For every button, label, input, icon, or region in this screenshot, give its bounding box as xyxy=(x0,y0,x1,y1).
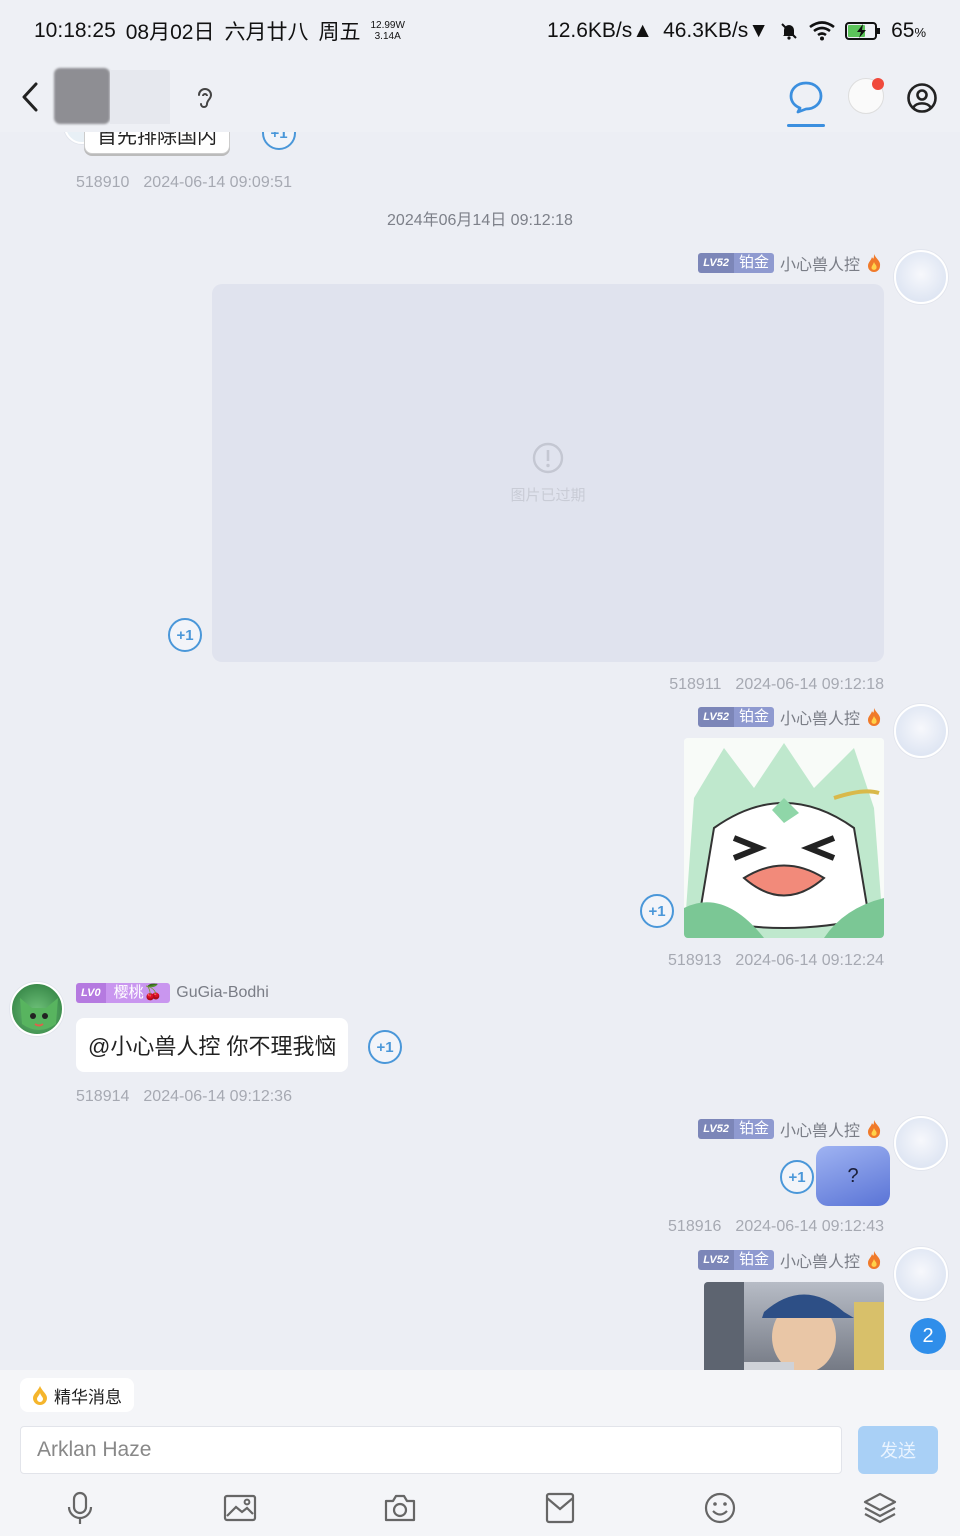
avatar[interactable] xyxy=(894,1116,948,1170)
sender-row: LV0 樱桃🍒 GuGia-Bodhi xyxy=(76,982,269,1004)
photo-image[interactable] xyxy=(704,1282,884,1370)
user-profile-icon[interactable] xyxy=(906,82,938,114)
back-arrow-icon[interactable] xyxy=(16,80,44,114)
avatar[interactable] xyxy=(10,982,64,1036)
layers-icon[interactable] xyxy=(862,1490,898,1526)
avatar[interactable] xyxy=(894,250,948,304)
fire-icon xyxy=(868,1251,881,1269)
featured-messages-button[interactable]: 精华消息 xyxy=(20,1378,134,1412)
fire-icon xyxy=(868,708,881,726)
lunar-date: 六月廿八 xyxy=(224,21,309,44)
message-input[interactable] xyxy=(20,1426,842,1474)
level-badge: LV0 樱桃🍒 xyxy=(76,983,171,1003)
message-meta: 518910 2024-06-14 09:09:51 xyxy=(76,174,292,191)
avatar[interactable] xyxy=(894,1247,948,1301)
man-in-cap-photo-icon xyxy=(704,1282,884,1370)
message-meta: 518916 2024-06-14 09:12:43 xyxy=(668,1218,884,1235)
sender-name[interactable]: 小心兽人控 xyxy=(780,1248,860,1272)
envelope-icon[interactable] xyxy=(542,1490,578,1526)
mute-bell-icon xyxy=(781,23,797,40)
sticker-bottle[interactable]: ? xyxy=(816,1146,890,1206)
message-bubble[interactable]: 首先排除国内 xyxy=(84,132,230,154)
time-divider: 2024年06月14日 09:12:18 xyxy=(387,212,573,229)
sender-row: LV52 铂金 小心兽人控 xyxy=(698,252,882,274)
download-speed: 46.3KB/s▼ xyxy=(663,19,770,42)
microphone-icon[interactable] xyxy=(62,1490,98,1526)
cat-avatar-icon xyxy=(20,998,58,1030)
sender-row: LV52 铂金 小心兽人控 xyxy=(698,1249,882,1271)
expired-label: 图片已过期 xyxy=(510,486,586,504)
message-meta: 518913 2024-06-14 09:12:24 xyxy=(668,952,884,969)
wifi-icon xyxy=(809,21,835,41)
chat-bubble-icon[interactable] xyxy=(788,80,824,114)
date: 08月02日 xyxy=(125,21,215,44)
sticker-image[interactable] xyxy=(684,738,884,938)
composer: 精华消息 发送 xyxy=(0,1370,960,1536)
redacted-group-avatar xyxy=(54,68,110,124)
sender-name[interactable]: GuGia-Bodhi xyxy=(176,984,269,1002)
camera-icon[interactable] xyxy=(382,1490,418,1526)
fire-icon xyxy=(868,254,881,272)
crying-dragon-sticker-icon xyxy=(684,738,884,938)
avatar[interactable] xyxy=(894,704,948,758)
message-bubble[interactable]: @小心兽人控 你不理我恼 xyxy=(76,1018,349,1072)
sender-row: LV52 铂金 小心兽人控 xyxy=(698,1118,882,1140)
plus-one-button[interactable]: +1 xyxy=(368,1030,402,1064)
expired-image[interactable]: 图片已过期 xyxy=(212,284,884,662)
fire-icon xyxy=(868,1120,881,1138)
clock: 10:18:25 xyxy=(34,19,116,42)
message-meta: 518914 2024-06-14 09:12:36 xyxy=(76,1088,292,1105)
status-bar: 10:18:25 08月02日 六月廿八 周五 12.99W 3.14A 12.… xyxy=(0,0,960,62)
image-icon[interactable] xyxy=(222,1490,258,1526)
weekday: 周五 xyxy=(318,21,361,44)
level-badge: LV52 铂金 xyxy=(698,707,774,727)
battery-charging-icon xyxy=(845,22,881,40)
plus-one-button[interactable]: +1 xyxy=(640,894,674,928)
sender-name[interactable]: 小心兽人控 xyxy=(780,1117,860,1141)
plus-one-button[interactable]: +1 xyxy=(168,618,202,652)
chat-header xyxy=(0,62,960,132)
sender-row: LV52 铂金 小心兽人控 xyxy=(698,706,882,728)
ear-icon[interactable] xyxy=(194,86,216,110)
upload-speed: 12.6KB/s▲ xyxy=(547,19,654,42)
battery-level: 65% xyxy=(891,19,926,42)
notification-dot xyxy=(872,78,884,90)
send-button[interactable]: 发送 xyxy=(858,1426,938,1474)
drop-icon xyxy=(33,1386,47,1405)
active-tab-indicator xyxy=(787,124,825,127)
power-readout: 12.99W 3.14A xyxy=(370,20,405,42)
level-badge: LV52 铂金 xyxy=(698,1119,774,1139)
sender-name[interactable]: 小心兽人控 xyxy=(780,705,860,729)
message-meta: 518911 2024-06-14 09:12:18 xyxy=(669,676,884,693)
level-badge: LV52 铂金 xyxy=(698,1250,774,1270)
emoji-icon[interactable] xyxy=(702,1490,738,1526)
plus-one-button[interactable]: +1 xyxy=(780,1160,814,1194)
plus-one-button[interactable]: +1 xyxy=(262,132,296,150)
unread-count-badge[interactable]: 2 xyxy=(910,1318,946,1354)
level-badge: LV52 铂金 xyxy=(698,253,774,273)
exclamation-circle-icon xyxy=(532,442,564,473)
message-list[interactable]: 首先排除国内 +1 518910 2024-06-14 09:09:51 2024… xyxy=(0,132,960,1370)
sender-name[interactable]: 小心兽人控 xyxy=(780,251,860,275)
redacted-group-title xyxy=(110,70,170,124)
